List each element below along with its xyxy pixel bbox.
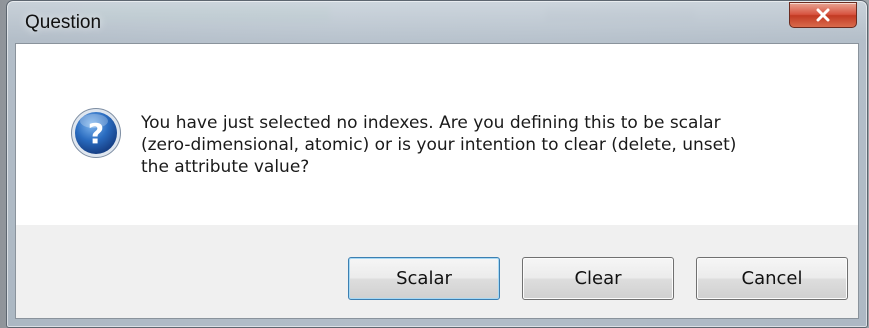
dialog-body: ? You have just selected no indexes. Are… <box>15 43 859 319</box>
title-bar[interactable]: Question <box>7 1 867 41</box>
clear-button[interactable]: Clear <box>522 257 674 300</box>
scalar-button[interactable]: Scalar <box>348 257 500 300</box>
dialog-message: You have just selected no indexes. Are y… <box>141 112 841 178</box>
question-icon: ? <box>71 108 121 158</box>
svg-text:?: ? <box>88 117 104 150</box>
dialog-title: Question <box>25 12 102 33</box>
close-button[interactable] <box>789 2 857 28</box>
message-area: ? You have just selected no indexes. Are… <box>16 44 858 225</box>
button-bar: Scalar Clear Cancel <box>16 225 858 318</box>
message-text: You have just selected no indexes. Are y… <box>141 113 737 177</box>
question-dialog: Question ? You have just selected no ind… <box>6 0 868 328</box>
close-icon <box>816 8 830 22</box>
cancel-button[interactable]: Cancel <box>696 257 848 300</box>
